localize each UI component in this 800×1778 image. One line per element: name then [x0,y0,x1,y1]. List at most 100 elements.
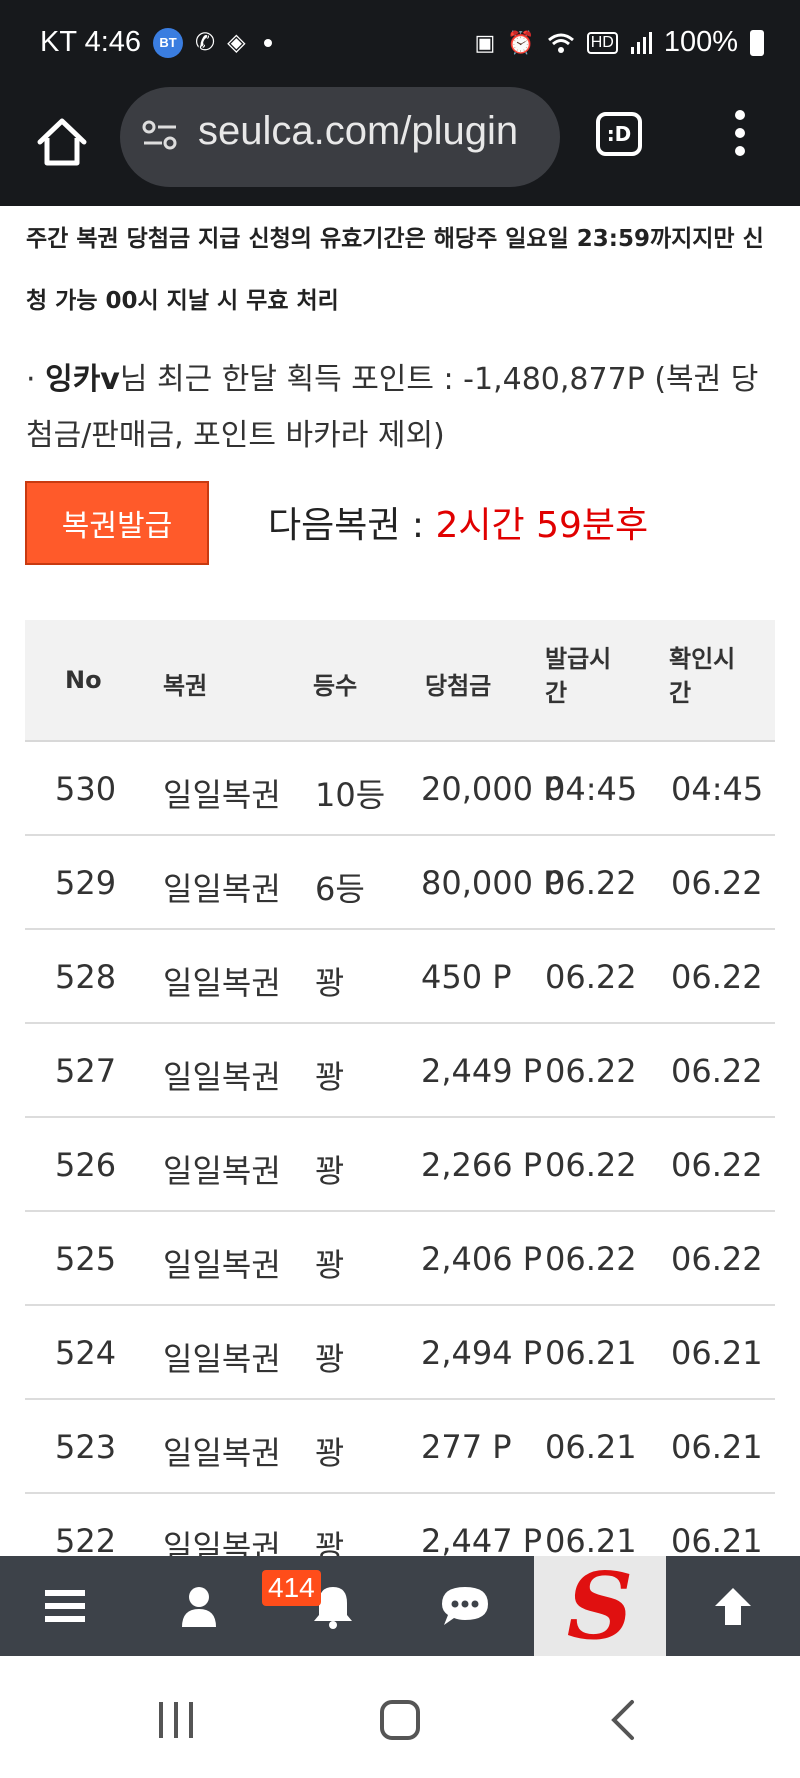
system-nav-bar [0,1656,800,1778]
user-icon [182,1587,216,1627]
cell-checked: 06.22 [671,1240,763,1278]
cell-checked: 04:45 [671,770,764,808]
cell-no: 524 [55,1334,117,1372]
cell-prize: 20,000 P [421,770,563,808]
cell-prize: 2,447 P [421,1522,543,1560]
cell-issued: 06.22 [545,864,637,902]
cell-rank: 꽝 [315,1058,345,1096]
col-prize: 당첨금 [425,672,492,700]
recent-apps-icon[interactable] [156,1700,196,1740]
cell-prize: 2,266 P [421,1146,543,1184]
app-badge-icon: BT [153,27,184,58]
cell-issued: 06.22 [545,1240,637,1278]
chat-button[interactable] [400,1556,530,1656]
site-logo: S [566,1552,634,1660]
more-notifications-dot-icon [263,38,272,47]
cell-checked: 06.22 [671,1052,763,1090]
points-text: 님 최근 한달 획득 포인트 : -1,480,877P (복권 당첨금/판매금… [26,362,759,453]
table-row: 523 일일복권 꽝 277 P 06.21 06.21 [25,1400,775,1494]
battery-icon [750,29,764,56]
cell-issued: 06.22 [545,1052,637,1090]
cell-no: 523 [55,1428,117,1466]
cell-rank: 꽝 [315,1152,345,1190]
table-row: 527 일일복권 꽝 2,449 P 06.22 06.22 [25,1024,775,1118]
issue-lottery-button[interactable]: 복권발급 [25,481,209,565]
hd-icon: HD [586,31,618,54]
scroll-top-button[interactable] [668,1556,798,1656]
next-lottery-label: 다음복권 : [268,505,436,546]
cell-no: 526 [55,1146,117,1184]
cell-issued: 06.21 [545,1334,637,1372]
cell-rank: 꽝 [315,1434,345,1472]
url-bar[interactable]: seulca.com/plugin [120,87,560,187]
lottery-history-table: No 복권 등수 당첨금 발급시간 확인시간 530 일일복권 10등 20,000 … [25,620,775,1588]
home-nav-icon[interactable] [378,1698,422,1742]
table-row: 526 일일복권 꽝 2,266 P 06.22 06.22 [25,1118,775,1212]
monthly-points-info: · 잉카v님 최근 한달 획득 포인트 : -1,480,877P (복권 당첨… [26,352,776,464]
home-icon[interactable] [32,112,92,172]
notification-count-badge: 414 [262,1570,321,1606]
back-nav-icon[interactable] [608,1698,638,1742]
cell-issued: 06.21 [545,1428,637,1466]
table-header: No 복권 등수 당첨금 발급시간 확인시간 [25,620,775,742]
col-checked: 확인시간 [669,645,736,707]
table-row: 528 일일복권 꽝 450 P 06.22 06.22 [25,930,775,1024]
arrow-up-icon [715,1588,751,1625]
browser-toolbar: seulca.com/plugin :D [0,87,800,206]
status-right: ▣ ⏰ HD 100% [475,26,764,59]
tab-switcher-button[interactable]: :D [596,112,642,156]
cell-rank: 꽝 [315,964,345,1002]
cell-lottery: 일일복권 [163,1058,281,1096]
cell-prize: 2,494 P [421,1334,543,1372]
cell-lottery: 일일복권 [163,1152,281,1190]
signal-icon [630,31,652,54]
cell-rank: 6등 [315,870,365,908]
cell-prize: 80,000 P [421,864,563,902]
cell-prize: 2,449 P [421,1052,543,1090]
col-lottery: 복권 [163,672,208,700]
wifi-icon [547,33,574,53]
cell-no: 525 [55,1240,117,1278]
cell-no: 528 [55,958,117,996]
site-logo-button[interactable]: S [534,1556,666,1656]
cell-checked: 06.22 [671,864,763,902]
cell-no: 522 [55,1522,117,1560]
cell-checked: 06.22 [671,958,763,996]
cell-issued: 06.22 [545,958,637,996]
cell-rank: 꽝 [315,1246,345,1284]
chat-icon [442,1587,488,1625]
cell-issued: 04:45 [545,770,638,808]
bottom-nav: 414 S [0,1556,800,1656]
hamburger-icon [45,1590,85,1622]
table-row: 525 일일복권 꽝 2,406 P 06.22 06.22 [25,1212,775,1306]
cell-checked: 06.21 [671,1334,763,1372]
cell-rank: 10등 [315,776,386,814]
col-no: No [65,666,102,694]
cell-lottery: 일일복권 [163,964,281,1002]
cell-no: 529 [55,864,117,902]
cell-lottery: 일일복권 [163,1340,281,1378]
cell-prize: 277 P [421,1428,512,1466]
status-left: KT 4:46 BT ✆ ◈ [40,26,272,59]
cell-prize: 450 P [421,958,512,996]
battery-saver-icon: ▣ [474,29,496,55]
profile-button[interactable] [134,1556,264,1656]
next-lottery: 다음복권 : 2시간 59분후 [268,496,648,548]
menu-button[interactable] [0,1556,130,1656]
call-icon: ✆ [195,29,216,56]
cell-lottery: 일일복권 [163,870,281,908]
cell-prize: 2,406 P [421,1240,543,1278]
username: 잉카v [45,362,120,397]
pill-icon: ◈ [227,29,246,56]
url-text[interactable]: seulca.com/plugin [198,109,538,154]
table-row: 529 일일복권 6등 80,000 P 06.22 06.22 [25,836,775,930]
cell-lottery: 일일복권 [163,776,281,814]
cell-checked: 06.21 [671,1428,763,1466]
site-settings-icon[interactable] [140,115,180,155]
alarm-icon: ⏰ [507,29,535,55]
cell-lottery: 일일복권 [163,1246,281,1284]
browser-menu-icon[interactable] [730,110,750,160]
bullet: · [26,362,36,397]
lottery-notice: 주간 복권 당첨금 지급 신청의 유효기간은 해당주 일요일 23:59까지지만… [26,226,764,314]
table-row: 524 일일복권 꽝 2,494 P 06.21 06.21 [25,1306,775,1400]
